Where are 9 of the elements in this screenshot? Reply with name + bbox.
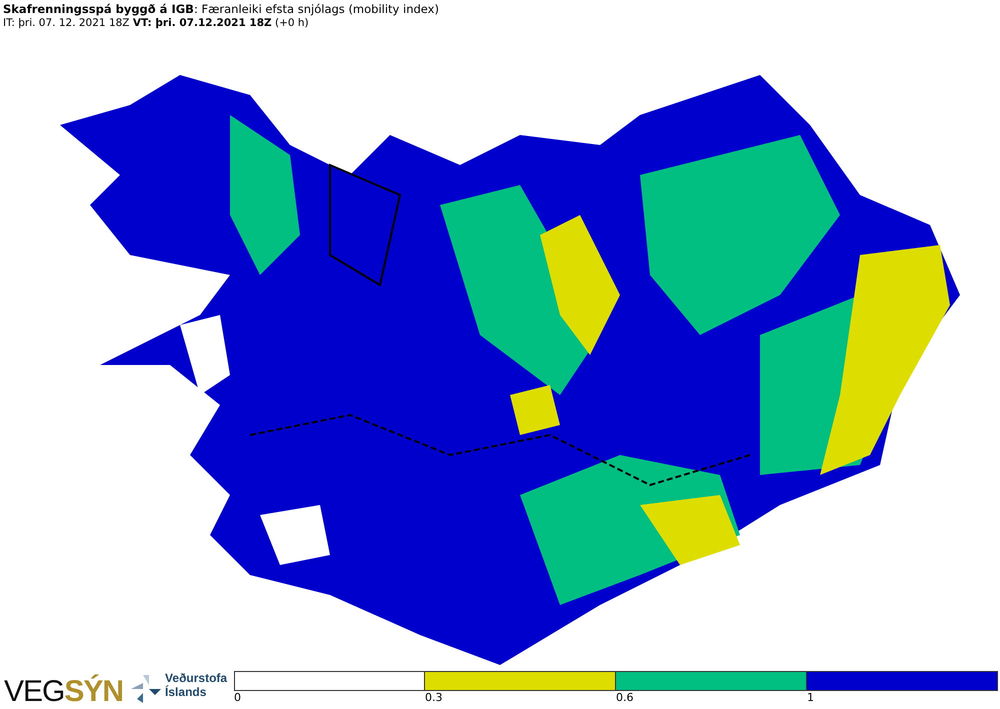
scale-tick-label: 0.3	[425, 690, 442, 704]
vegsyn-logo: VEGSÝN	[4, 674, 124, 709]
star-logo-icon	[129, 672, 164, 705]
scale-tick-label: 0	[234, 690, 241, 704]
map-title: Skafrenningsspá byggð á IGB: Færanleiki efsta snjólags (mobility index)	[3, 2, 440, 16]
scale-tick-label: 0.6	[616, 690, 634, 704]
vedurstofa-logo: Veðurstofa Íslands	[165, 670, 228, 699]
forecast-time: IT: þri. 07. 12. 2021 18Z VT: þri. 07.12.2021 18Z (+0 h)	[3, 17, 310, 29]
scale-tick-label: 1	[807, 690, 814, 704]
